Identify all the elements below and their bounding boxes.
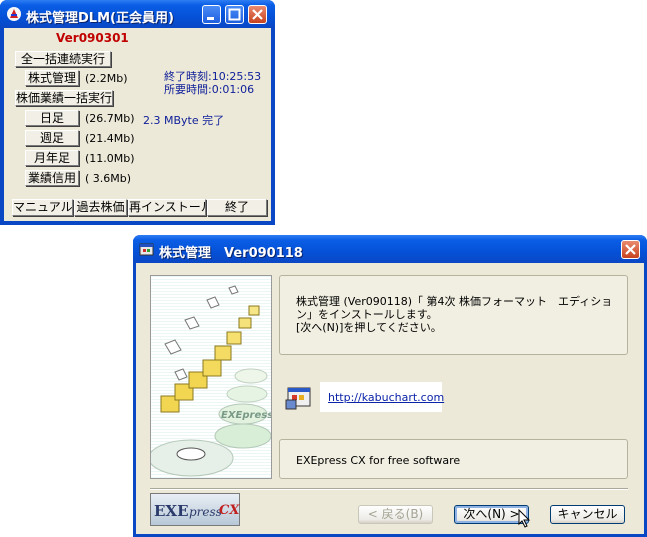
logo-text-1: EXE — [154, 502, 189, 520]
app-icon — [7, 7, 21, 21]
installer-app-icon — [139, 243, 154, 256]
back-button[interactable]: < 戻る(B) — [358, 505, 433, 524]
dlm-title: 株式管理DLM(正会員用) — [26, 11, 174, 26]
elapsed-time-label: 所要時間:0:01:06 — [164, 83, 255, 96]
installer-titlebar[interactable]: 株式管理 Ver090118 — [133, 235, 647, 263]
installer-artwork: EXEpress — [150, 275, 272, 479]
monthly-size: (11.0Mb) — [85, 152, 135, 165]
footer-text: EXEpress CX for free software — [296, 454, 461, 467]
minimize-icon — [207, 17, 214, 20]
footer-panel: EXEpress CX for free software — [279, 439, 628, 479]
run-all-button[interactable]: 全一括連続実行 — [15, 51, 111, 67]
maximize-icon — [228, 8, 241, 21]
version-label: Ver090301 — [56, 31, 129, 45]
mouse-cursor-icon — [518, 509, 531, 528]
close-button[interactable] — [248, 5, 267, 24]
separator — [150, 488, 628, 490]
download-status: 2.3 MByte 完了 — [143, 114, 225, 127]
folders-discs-illustration — [151, 285, 271, 477]
manual-button[interactable]: マニュアル — [12, 199, 73, 216]
minimize-button[interactable] — [202, 5, 221, 24]
website-link[interactable]: http://kabuchart.com — [328, 391, 444, 404]
daily-size: (26.7Mb) — [85, 112, 135, 125]
price-perf-all-button[interactable]: 株価業績一括実行 — [15, 90, 113, 106]
past-prices-button[interactable]: 過去株価 — [74, 199, 127, 216]
installer-client: EXEpress 株式管理 (Ver090118)「 第4次 株価フォーマット … — [136, 263, 644, 534]
installer-close-button[interactable] — [621, 240, 640, 259]
weekly-size: (21.4Mb) — [85, 132, 135, 145]
logo-text-2: press — [189, 505, 222, 519]
artwork-caption: EXEpress — [221, 410, 272, 421]
dlm-titlebar[interactable]: 株式管理DLM(正会員用) — [0, 0, 275, 28]
dlm-window: 株式管理DLM(正会員用) Ver090301 全一括連続実行 株式管理 (2.… — [0, 0, 275, 225]
installer-window: 株式管理 Ver090118 EXEpress 株式管理 (Ver090118)… — [133, 235, 647, 537]
reinstall-button[interactable]: 再インストール — [128, 199, 213, 216]
stock-mgmt-size: (2.2Mb) — [85, 72, 128, 85]
perf-credit-button[interactable]: 業績信用 — [25, 170, 79, 186]
installer-package-icon — [285, 387, 311, 410]
exit-button[interactable]: 終了 — [207, 199, 267, 216]
cancel-button[interactable]: キャンセル — [550, 505, 625, 524]
dlm-client: Ver090301 全一括連続実行 株式管理 (2.2Mb) 終了時刻:10:2… — [4, 28, 271, 221]
exepress-logo: EXE press CX — [150, 493, 240, 526]
message-line-3: [次へ(N)]を押してください。 — [296, 321, 442, 334]
monthly-button[interactable]: 月年足 — [25, 150, 79, 166]
weekly-button[interactable]: 週足 — [25, 130, 79, 146]
maximize-button[interactable] — [225, 5, 244, 24]
daily-button[interactable]: 日足 — [25, 110, 79, 126]
perf-credit-size: ( 3.6Mb) — [85, 172, 132, 185]
message-panel: 株式管理 (Ver090118)「 第4次 株価フォーマット エディショ ン」を… — [279, 275, 628, 355]
link-box: http://kabuchart.com — [320, 382, 444, 412]
stock-mgmt-button[interactable]: 株式管理 — [25, 70, 79, 86]
close-icon — [625, 244, 636, 255]
close-icon — [252, 9, 263, 20]
installer-title: 株式管理 Ver090118 — [159, 246, 303, 261]
logo-text-3: CX — [219, 503, 240, 518]
